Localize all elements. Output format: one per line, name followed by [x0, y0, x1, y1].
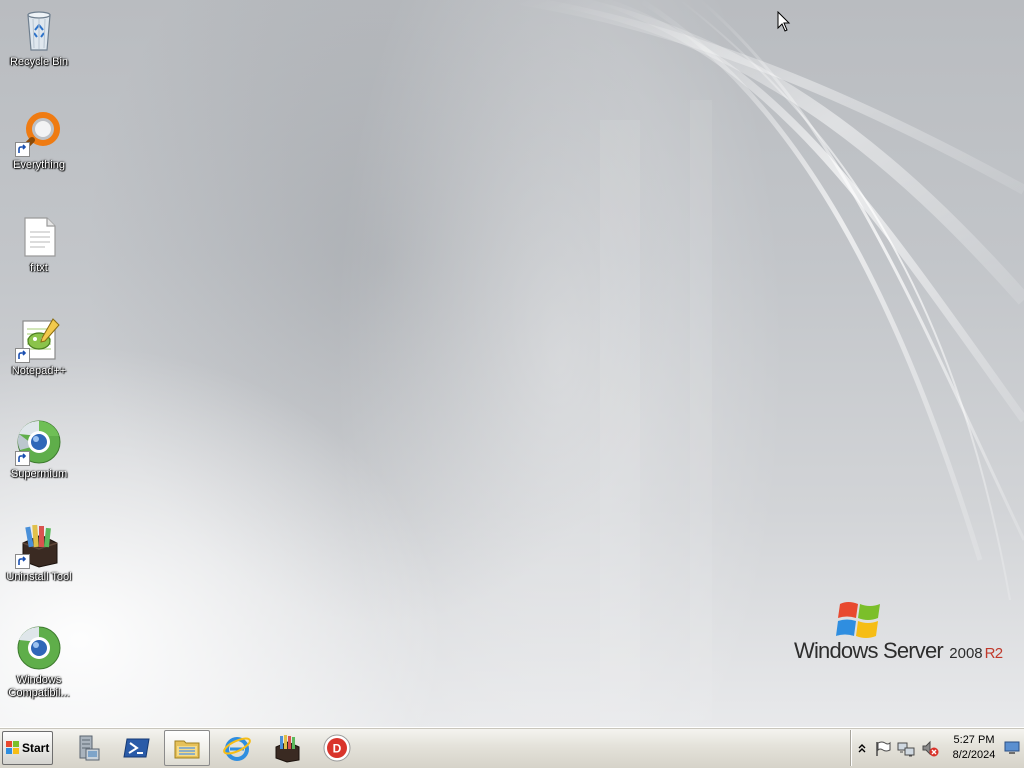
notification-area: 5:27 PM 8/2/2024	[850, 730, 1022, 766]
shortcut-arrow-icon	[15, 142, 30, 157]
windows-logo-icon	[6, 741, 19, 754]
taskbar-red-d-app[interactable]: D	[314, 730, 360, 766]
brand-edition: R2	[984, 645, 1003, 662]
taskbar-internet-explorer[interactable]	[214, 730, 260, 766]
server-manager-icon	[79, 735, 100, 761]
volume-button[interactable]	[921, 740, 939, 758]
desktop-icon-label-line1: Windows	[16, 674, 62, 686]
everything-search-icon	[15, 109, 63, 157]
brand-text: Windows Server 2008 R2	[794, 638, 1003, 664]
desktop-icon-label: Everything	[13, 159, 65, 171]
show-hidden-icons-button[interactable]	[853, 740, 871, 758]
taskbar-powershell[interactable]	[114, 730, 160, 766]
desktop-icon-label: f.txt	[30, 262, 48, 274]
notepad-plus-plus-icon	[15, 315, 63, 363]
start-button-label: Start	[22, 741, 50, 755]
brand-product: Windows Server	[794, 638, 944, 663]
network-button[interactable]	[897, 740, 915, 758]
windows-compatibility-icon	[15, 624, 63, 672]
chevron-up-icon	[858, 744, 866, 753]
windows-flag-logo-icon	[836, 602, 880, 638]
action-center-flag-icon	[876, 741, 891, 756]
supermium-browser-icon	[15, 418, 63, 466]
clock-date: 8/2/2024	[952, 749, 996, 761]
desktop-icon-everything[interactable]: Everything	[1, 109, 77, 172]
red-d-app-icon: D	[323, 734, 351, 762]
svg-text:D: D	[333, 742, 342, 756]
taskbar-windows-explorer[interactable]	[164, 730, 210, 766]
uninstall-tool-icon	[15, 521, 63, 569]
desktop-icon-label: Recycle Bin	[9, 56, 69, 68]
brand-version: 2008	[949, 645, 983, 662]
start-button[interactable]: Start	[2, 731, 53, 765]
uninstall-tool-icon	[275, 735, 300, 763]
taskbar-uninstall-tool[interactable]	[264, 730, 310, 766]
desktop[interactable]: Recycle Bin Everything f.txt Notepad++ S…	[0, 0, 1024, 727]
internet-explorer-icon	[223, 737, 251, 761]
powershell-icon	[123, 738, 150, 758]
desktop-icon-label: Notepad++	[11, 365, 67, 377]
desktop-icon-uninstall-tool[interactable]: Uninstall Tool	[1, 521, 77, 584]
show-desktop-button[interactable]	[1002, 730, 1022, 766]
recycle-bin-icon	[15, 6, 63, 54]
volume-muted-icon	[922, 740, 939, 757]
shortcut-arrow-icon	[15, 348, 30, 363]
monitor-icon	[1004, 741, 1020, 754]
desktop-icon-windows-compatibility[interactable]: Windows Compatibil...	[1, 624, 77, 700]
text-file-icon	[15, 212, 63, 260]
desktop-icon-recycle-bin[interactable]: Recycle Bin	[1, 6, 77, 69]
shortcut-arrow-icon	[15, 554, 30, 569]
windows-server-branding: Windows Server 2008 R2	[790, 598, 1010, 668]
network-icon	[897, 742, 915, 757]
taskbar: Start D 5:27 PM 8/2/2024	[0, 727, 1024, 768]
clock-time: 5:27 PM	[953, 734, 995, 746]
windows-explorer-icon	[174, 740, 200, 759]
taskbar-clock[interactable]: 5:27 PM 8/2/2024	[939, 733, 1009, 763]
desktop-icon-supermium[interactable]: Supermium	[1, 418, 77, 481]
desktop-icon-label-line2: Compatibil...	[8, 687, 70, 699]
desktop-icon-f-txt[interactable]: f.txt	[1, 212, 77, 275]
mouse-cursor-icon	[777, 11, 791, 32]
desktop-icon-label: Supermium	[10, 468, 68, 480]
taskbar-server-manager[interactable]	[64, 730, 110, 766]
desktop-icon-notepad-plus-plus[interactable]: Notepad++	[1, 315, 77, 378]
action-center-button[interactable]	[873, 740, 891, 758]
shortcut-arrow-icon	[15, 451, 30, 466]
desktop-icon-label: Uninstall Tool	[6, 571, 72, 583]
